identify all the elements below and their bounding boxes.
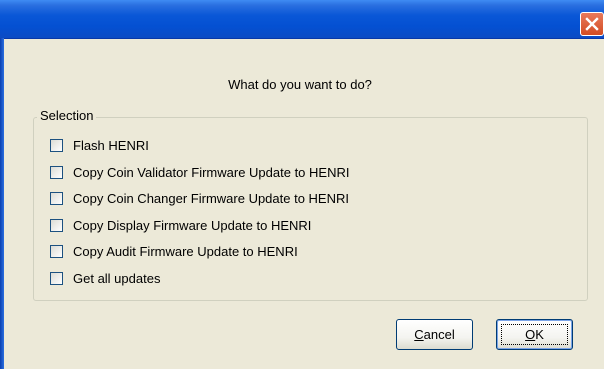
option-label: Get all updates bbox=[73, 270, 161, 286]
ok-button[interactable]: OK bbox=[496, 319, 573, 350]
dialog-window: What do you want to do? Selection Flash … bbox=[0, 0, 604, 369]
option-label: Copy Coin Validator Firmware Update to H… bbox=[73, 164, 350, 180]
checkbox[interactable] bbox=[50, 244, 63, 258]
option-get-all-updates[interactable]: Get all updates bbox=[50, 269, 160, 287]
checkbox[interactable] bbox=[50, 165, 63, 179]
option-copy-audit[interactable]: Copy Audit Firmware Update to HENRI bbox=[50, 242, 298, 260]
title-bar[interactable] bbox=[0, 0, 604, 39]
focus-rectangle bbox=[501, 324, 568, 345]
checkbox[interactable] bbox=[50, 138, 63, 152]
checkbox[interactable] bbox=[50, 218, 63, 232]
option-copy-coin-validator[interactable]: Copy Coin Validator Firmware Update to H… bbox=[50, 163, 349, 181]
option-label: Flash HENRI bbox=[73, 137, 149, 153]
close-button[interactable] bbox=[580, 12, 604, 36]
checkbox[interactable] bbox=[50, 191, 63, 205]
cancel-button[interactable]: Cancel bbox=[396, 319, 473, 350]
selection-group-label: Selection bbox=[37, 108, 97, 123]
close-icon bbox=[585, 17, 599, 31]
option-copy-display[interactable]: Copy Display Firmware Update to HENRI bbox=[50, 216, 311, 234]
cancel-button-label: Cancel bbox=[414, 327, 455, 342]
option-label: Copy Audit Firmware Update to HENRI bbox=[73, 243, 298, 259]
checkbox[interactable] bbox=[50, 271, 63, 285]
prompt-text: What do you want to do? bbox=[228, 77, 372, 92]
option-label: Copy Display Firmware Update to HENRI bbox=[73, 217, 312, 233]
option-flash-henri[interactable]: Flash HENRI bbox=[50, 136, 149, 154]
option-copy-coin-changer[interactable]: Copy Coin Changer Firmware Update to HEN… bbox=[50, 189, 349, 207]
option-label: Copy Coin Changer Firmware Update to HEN… bbox=[73, 190, 349, 206]
